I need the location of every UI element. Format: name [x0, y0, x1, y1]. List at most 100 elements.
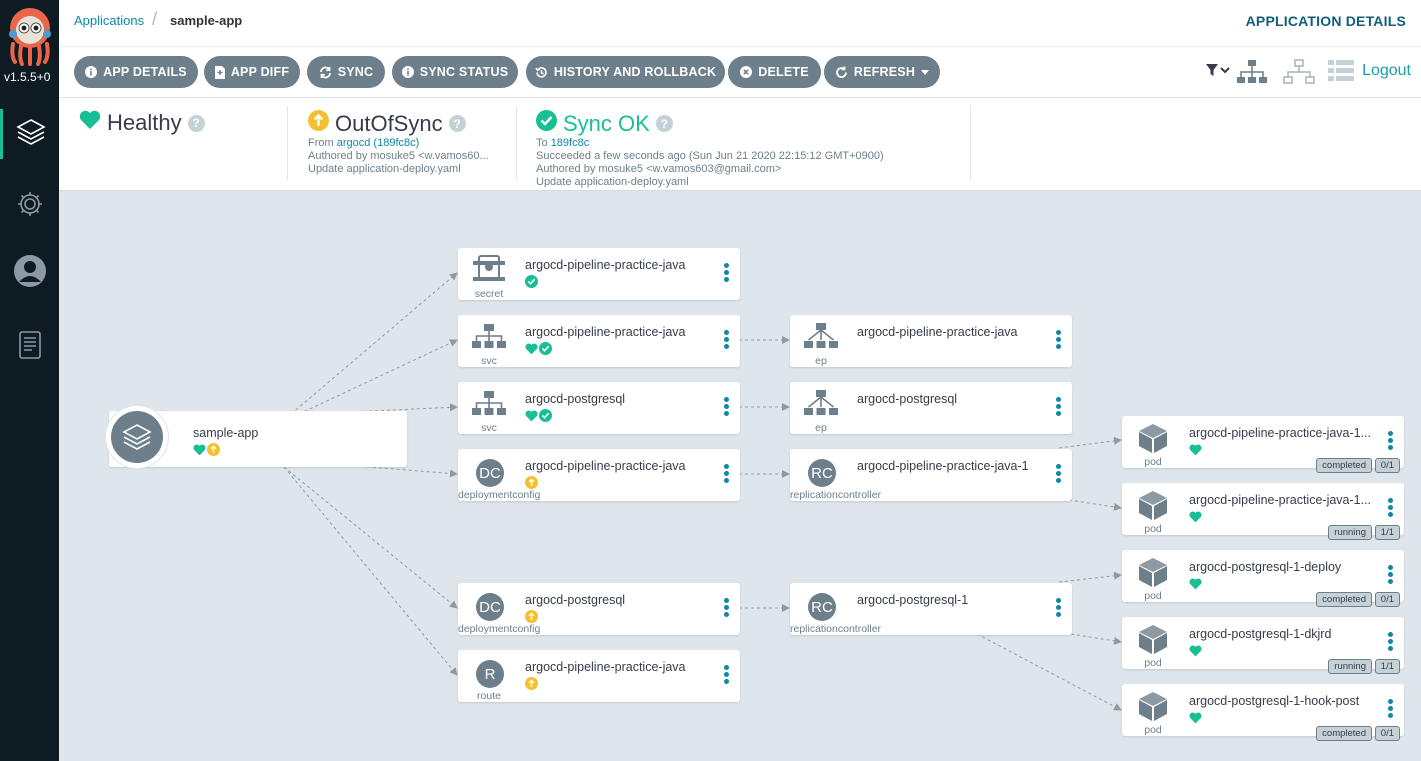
history-rollback-button[interactable]: HISTORY AND ROLLBACK: [526, 56, 725, 88]
operation-status: Sync OK ? To 189fc8c Succeeded a few sec…: [536, 98, 956, 188]
caret-down-icon: [921, 69, 930, 75]
kebab-menu-icon[interactable]: [1388, 431, 1394, 452]
kebab-menu-icon[interactable]: [1056, 330, 1062, 351]
kebab-menu-icon[interactable]: [724, 464, 730, 485]
argo-logo[interactable]: [7, 6, 53, 66]
sync-from-revision-link[interactable]: argocd (189fc8c): [337, 137, 420, 149]
resource-name: argocd-postgresql: [525, 392, 626, 406]
resource-node-replicationcontroller[interactable]: RC replicationcontroller argocd-postgres…: [790, 583, 1072, 635]
nav-user-info[interactable]: [0, 248, 59, 298]
breadcrumb-current: sample-app: [170, 13, 243, 28]
deploymentconfig-icon: DC: [476, 593, 504, 621]
app-details-button[interactable]: APP DETAILS: [74, 56, 198, 88]
status-panel: Healthy ? OutOfSync ? From argocd (189fc…: [59, 98, 1421, 191]
edge: [1058, 436, 1122, 449]
kebab-menu-icon[interactable]: [1388, 699, 1394, 720]
resource-node-pod[interactable]: pod argocd-pipeline-practice-java-1... r…: [1122, 483, 1404, 540]
resource-node-pod[interactable]: pod argocd-postgresql-1-deploy completed…: [1122, 550, 1404, 607]
sync-button[interactable]: SYNC: [307, 56, 385, 88]
resource-node-ep[interactable]: ep argocd-pipeline-practice-java: [790, 315, 1072, 367]
resource-kind: svc: [481, 422, 497, 434]
book-icon: [17, 330, 43, 365]
help-icon[interactable]: ?: [655, 115, 673, 132]
refresh-icon: [835, 66, 848, 79]
list-view-icon[interactable]: [1328, 60, 1354, 87]
kebab-menu-icon[interactable]: [724, 397, 730, 418]
history-icon: [535, 66, 548, 79]
refresh-button[interactable]: REFRESH: [824, 56, 940, 88]
check-circle-icon: [539, 342, 552, 360]
resource-node-ep[interactable]: ep argocd-postgresql: [790, 382, 1072, 434]
nav-applications[interactable]: [0, 109, 59, 159]
app-root-node[interactable]: sample-app: [106, 406, 407, 468]
operation-message: Update application-deploy.yaml: [536, 176, 689, 188]
resource-node-svc[interactable]: svc argocd-pipeline-practice-java: [458, 315, 740, 367]
resource-kind: secret: [474, 288, 504, 300]
check-circle-icon: [536, 110, 557, 137]
resource-node-replicationcontroller[interactable]: RC replicationcontroller argocd-pipeline…: [790, 449, 1072, 501]
history-rollback-label: HISTORY AND ROLLBACK: [553, 65, 717, 79]
help-icon[interactable]: ?: [187, 114, 205, 132]
status-badges: [1189, 510, 1202, 528]
route-icon: R: [476, 660, 504, 688]
graph-edges: [283, 272, 1122, 711]
resource-node-deploymentconfig[interactable]: DC deploymentconfig argocd-pipeline-prac…: [458, 449, 740, 501]
resource-node-pod[interactable]: pod argocd-postgresql-1-dkjrd running 1/…: [1122, 617, 1404, 674]
layers-icon: [15, 116, 47, 153]
edge: [290, 272, 458, 415]
kebab-menu-icon[interactable]: [724, 665, 730, 686]
resource-node-deploymentconfig[interactable]: DC deploymentconfig argocd-postgresql: [458, 583, 740, 635]
resource-node-pod[interactable]: pod argocd-postgresql-1-hook-post comple…: [1122, 684, 1404, 741]
resource-node-route[interactable]: R route argocd-pipeline-practice-java: [458, 650, 740, 702]
heart-icon: [1189, 510, 1202, 528]
out-of-sync-icon: [525, 677, 538, 695]
nav-docs[interactable]: [0, 322, 59, 372]
resource-kind: ep: [815, 422, 827, 434]
resource-name: argocd-pipeline-practice-java: [525, 258, 686, 272]
resource-name: argocd-pipeline-practice-java: [857, 325, 1018, 339]
nav-settings[interactable]: [0, 181, 59, 231]
operation-to: To 189fc8c: [536, 137, 589, 149]
resource-node-secret[interactable]: secret argocd-pipeline-practice-java: [458, 248, 740, 300]
kebab-menu-icon[interactable]: [724, 598, 730, 619]
help-icon[interactable]: ?: [448, 115, 466, 132]
kebab-menu-icon[interactable]: [724, 263, 730, 284]
resource-kind: pod: [1144, 590, 1162, 602]
kebab-menu-icon[interactable]: [1056, 464, 1062, 485]
user-icon: [13, 254, 47, 293]
kebab-menu-icon[interactable]: [1056, 598, 1062, 619]
kebab-menu-icon[interactable]: [724, 330, 730, 351]
resource-name: argocd-postgresql: [857, 392, 958, 406]
pod-state-tag: running: [1328, 525, 1372, 540]
kebab-menu-icon[interactable]: [1388, 498, 1394, 519]
operation-to-prefix: To: [536, 137, 551, 149]
delete-button[interactable]: DELETE: [728, 56, 821, 88]
tree-view-icon[interactable]: [1236, 59, 1268, 90]
resource-kind: replicationcontroller: [790, 623, 882, 635]
resource-node-pod[interactable]: pod argocd-pipeline-practice-java-1... c…: [1122, 416, 1404, 473]
status-badges: [1189, 577, 1202, 595]
breadcrumb-applications[interactable]: Applications: [74, 13, 144, 28]
edge: [283, 466, 458, 609]
heart-icon: [1189, 443, 1202, 461]
operation-revision-link[interactable]: 189fc8c: [551, 137, 590, 149]
filter-icon[interactable]: [1205, 61, 1231, 86]
pod-state-tag: completed: [1316, 458, 1372, 473]
kebab-menu-icon[interactable]: [1388, 565, 1394, 586]
pod-ready-tag: 0/1: [1374, 458, 1400, 473]
kebab-menu-icon[interactable]: [1056, 397, 1062, 418]
app-diff-button[interactable]: APP DIFF: [204, 56, 300, 88]
sync-status-label: SYNC STATUS: [419, 65, 509, 79]
network-view-icon[interactable]: [1283, 59, 1315, 90]
info-icon: [85, 66, 98, 78]
sync-from: From argocd (189fc8c): [308, 137, 419, 149]
heart-icon: [525, 342, 538, 360]
resource-name: argocd-pipeline-practice-java: [525, 459, 686, 473]
breadcrumb-separator: /: [152, 9, 158, 29]
sync-label: OutOfSync: [335, 110, 443, 136]
logout-link[interactable]: Logout: [1362, 62, 1411, 80]
kebab-menu-icon[interactable]: [1388, 632, 1394, 653]
sync-status-button[interactable]: SYNC STATUS: [392, 56, 518, 88]
heart-icon: [1189, 644, 1202, 662]
resource-node-svc[interactable]: svc argocd-postgresql: [458, 382, 740, 434]
